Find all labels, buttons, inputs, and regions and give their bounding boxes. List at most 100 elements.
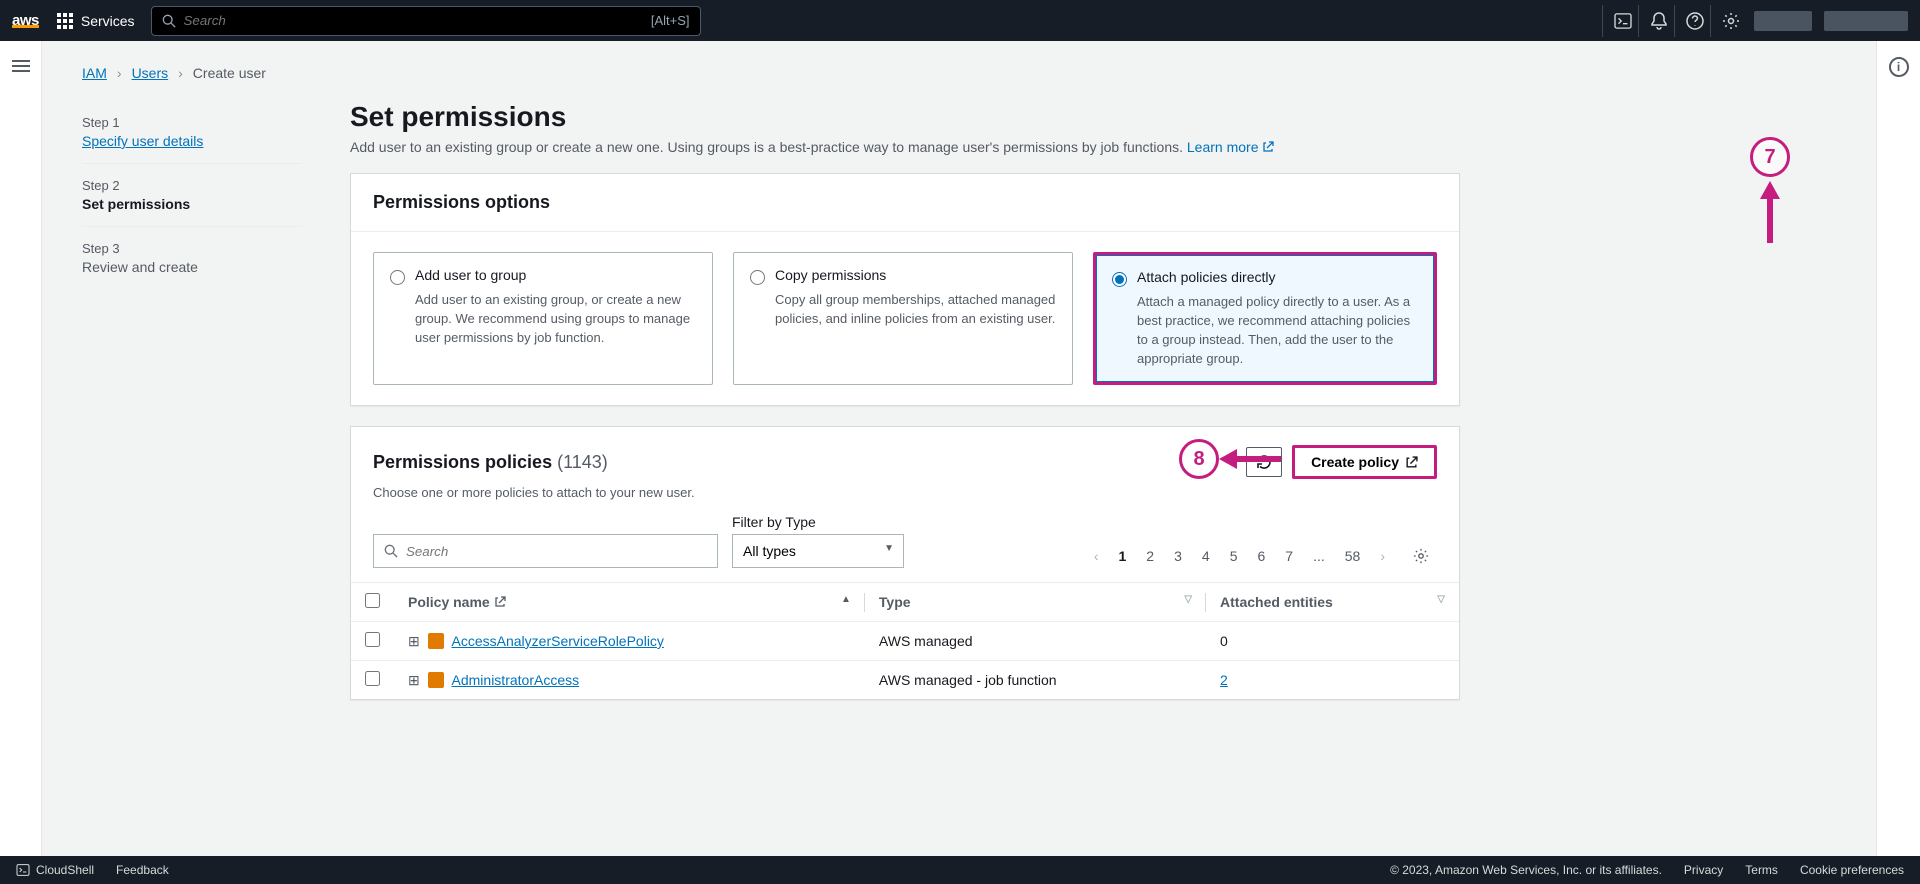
help-icon[interactable] [1674,5,1706,37]
sort-icon: ▽ [1184,594,1192,605]
step-3[interactable]: Step 3 Review and create [82,227,302,289]
page-5[interactable]: 5 [1222,544,1246,568]
services-menu[interactable]: Services [57,13,135,29]
radio-copy-permissions[interactable] [750,270,765,285]
policies-title: Permissions policies (1143) [373,452,608,473]
step-1[interactable]: Step 1 Specify user details [82,101,302,164]
external-link-icon [1262,141,1274,153]
page-7[interactable]: 7 [1277,544,1301,568]
privacy-link[interactable]: Privacy [1684,863,1723,877]
account-menu[interactable] [1824,11,1908,31]
option-title: Attach policies directly [1137,269,1276,285]
option-attach-policies[interactable]: Attach policies directly Attach a manage… [1093,252,1437,385]
step-link[interactable]: Specify user details [82,133,203,149]
panel-title: Permissions options [351,174,1459,232]
row-checkbox[interactable] [365,632,380,647]
search-icon [162,14,176,28]
gear-icon [1413,548,1429,564]
option-desc: Attach a managed policy directly to a us… [1137,293,1418,368]
table-settings-button[interactable] [1405,544,1437,568]
option-desc: Add user to an existing group, or create… [415,291,696,348]
terms-link[interactable]: Terms [1745,863,1778,877]
select-all-checkbox[interactable] [365,593,380,608]
policy-search[interactable] [373,534,718,568]
region-selector[interactable] [1754,11,1812,31]
refresh-icon [1256,454,1272,470]
refresh-button[interactable] [1246,447,1282,477]
aws-logo[interactable]: aws [12,12,39,29]
expand-row-icon[interactable]: ⊞ [408,672,420,688]
step-number: Step 2 [82,178,302,193]
pagination: ‹ 1 2 3 4 5 6 7 ... 58 › [1086,544,1437,568]
search-input[interactable] [184,13,651,28]
services-label: Services [81,13,135,29]
policies-table: Policy name ▲ Type▽ Attached entities▽ [351,582,1459,699]
chevron-right-icon: › [117,65,122,81]
col-type[interactable]: Type▽ [865,583,1206,622]
page-ellipsis: ... [1305,544,1333,568]
copyright: © 2023, Amazon Web Services, Inc. or its… [1390,863,1662,877]
option-copy-permissions[interactable]: Copy permissions Copy all group membersh… [733,252,1073,385]
top-navigation: aws Services [Alt+S] [0,0,1920,41]
col-attached[interactable]: Attached entities▽ [1206,583,1459,622]
page-prev[interactable]: ‹ [1086,544,1107,568]
step-title: Set permissions [82,196,302,212]
option-title: Copy permissions [775,267,886,283]
feedback-link[interactable]: Feedback [116,863,169,877]
page-2[interactable]: 2 [1138,544,1162,568]
policy-attached-link[interactable]: 2 [1220,672,1228,688]
policy-type: AWS managed [865,622,1206,661]
search-icon [384,544,398,558]
global-search[interactable]: [Alt+S] [151,6,701,36]
permissions-policies-panel: Permissions policies (1143) Create polic… [350,426,1460,700]
breadcrumb-current: Create user [193,65,266,81]
table-row: ⊞ AccessAnalyzerServiceRolePolicy AWS ma… [351,622,1459,661]
side-nav-toggle-column [0,41,42,856]
expand-row-icon[interactable]: ⊞ [408,633,420,649]
policy-link[interactable]: AccessAnalyzerServiceRolePolicy [452,633,664,649]
cookie-prefs-link[interactable]: Cookie preferences [1800,863,1904,877]
cloudshell-icon [16,864,30,876]
row-checkbox[interactable] [365,671,380,686]
page-subtitle: Add user to an existing group or create … [350,139,1460,155]
policy-link[interactable]: AdministratorAccess [452,672,580,688]
hamburger-icon[interactable] [12,57,30,856]
policy-attached: 0 [1206,622,1459,661]
cloudshell-icon[interactable] [1602,5,1634,37]
sort-icon: ▽ [1437,594,1445,605]
sort-asc-icon: ▲ [841,594,851,605]
settings-icon[interactable] [1710,5,1742,37]
notifications-icon[interactable] [1638,5,1670,37]
breadcrumb-users[interactable]: Users [132,65,169,81]
page-4[interactable]: 4 [1194,544,1218,568]
info-icon[interactable]: i [1889,57,1909,77]
external-link-icon [494,596,506,608]
option-add-to-group[interactable]: Add user to group Add user to an existin… [373,252,713,385]
policies-subtitle: Choose one or more policies to attach to… [351,485,1459,514]
learn-more-link[interactable]: Learn more [1187,139,1274,155]
footer: CloudShell Feedback © 2023, Amazon Web S… [0,856,1920,884]
policy-search-input[interactable] [406,544,707,559]
filter-type-select[interactable]: All types [732,534,904,568]
breadcrumb: IAM › Users › Create user [82,65,1836,81]
permissions-options-panel: Permissions options Add user to group Ad… [350,173,1460,406]
annotation-7: 7 [1750,137,1790,243]
page-last[interactable]: 58 [1337,544,1369,568]
step-number: Step 3 [82,241,302,256]
page-next[interactable]: › [1372,544,1393,568]
page-6[interactable]: 6 [1249,544,1273,568]
chevron-right-icon: › [178,65,183,81]
cloudshell-link[interactable]: CloudShell [16,863,94,877]
radio-add-to-group[interactable] [390,270,405,285]
filter-label: Filter by Type [732,514,904,530]
services-grid-icon [57,13,73,29]
step-number: Step 1 [82,115,302,130]
policy-icon [428,672,444,688]
page-3[interactable]: 3 [1166,544,1190,568]
option-desc: Copy all group memberships, attached man… [775,291,1056,329]
radio-attach-policies[interactable] [1112,272,1127,287]
col-policy-name[interactable]: Policy name ▲ [394,583,865,622]
breadcrumb-iam[interactable]: IAM [82,65,107,81]
create-policy-button[interactable]: Create policy [1292,445,1437,479]
page-1[interactable]: 1 [1111,544,1135,568]
